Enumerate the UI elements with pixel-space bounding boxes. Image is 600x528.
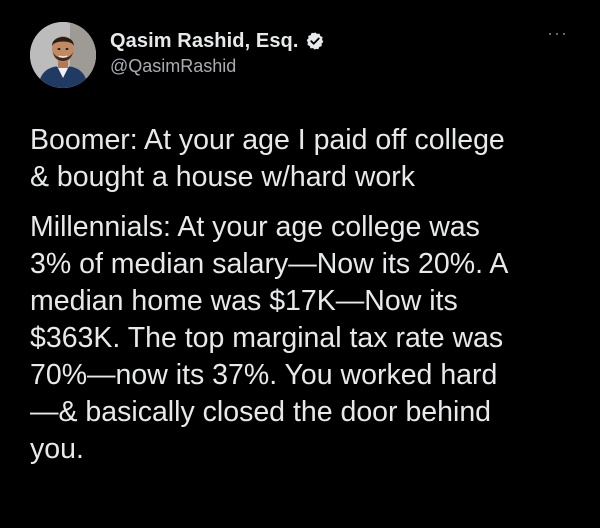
avatar[interactable] <box>30 22 96 88</box>
tweet-line: 70%—now its 37%. You worked hard <box>30 359 498 391</box>
tweet-line: —& basically closed the door behind <box>30 396 492 428</box>
tweet-header: Qasim Rashid, Esq. @QasimRashid ··· <box>30 22 570 90</box>
tweet-line: Millennials: At your age college was <box>30 211 480 243</box>
author-display-name[interactable]: Qasim Rashid, Esq. <box>110 30 299 53</box>
avatar-photo <box>30 22 96 88</box>
tweet-line: Boomer: At your age I paid off college <box>30 124 505 156</box>
tweet-line: median home was $17K—Now its <box>30 285 458 317</box>
verified-badge-icon <box>305 31 325 51</box>
tweet-line: 3% of median salary—Now its 20%. A <box>30 248 509 280</box>
tweet-text: Boomer: At your age I paid off college &… <box>30 122 578 468</box>
tweet-paragraph: Millennials: At your age college was 3% … <box>30 209 578 468</box>
tweet-line: you. <box>30 433 84 465</box>
author-handle[interactable]: @QasimRashid <box>110 56 325 77</box>
author-names: Qasim Rashid, Esq. @QasimRashid <box>110 28 325 77</box>
tweet-card: Qasim Rashid, Esq. @QasimRashid ··· Boom… <box>0 0 600 528</box>
tweet-line: & bought a house w/hard work <box>30 161 415 193</box>
display-name-row: Qasim Rashid, Esq. <box>110 28 325 54</box>
tweet-line: $363K. The top marginal tax rate was <box>30 322 504 354</box>
more-options-icon[interactable]: ··· <box>547 24 568 42</box>
tweet-paragraph: Boomer: At your age I paid off college &… <box>30 122 578 196</box>
